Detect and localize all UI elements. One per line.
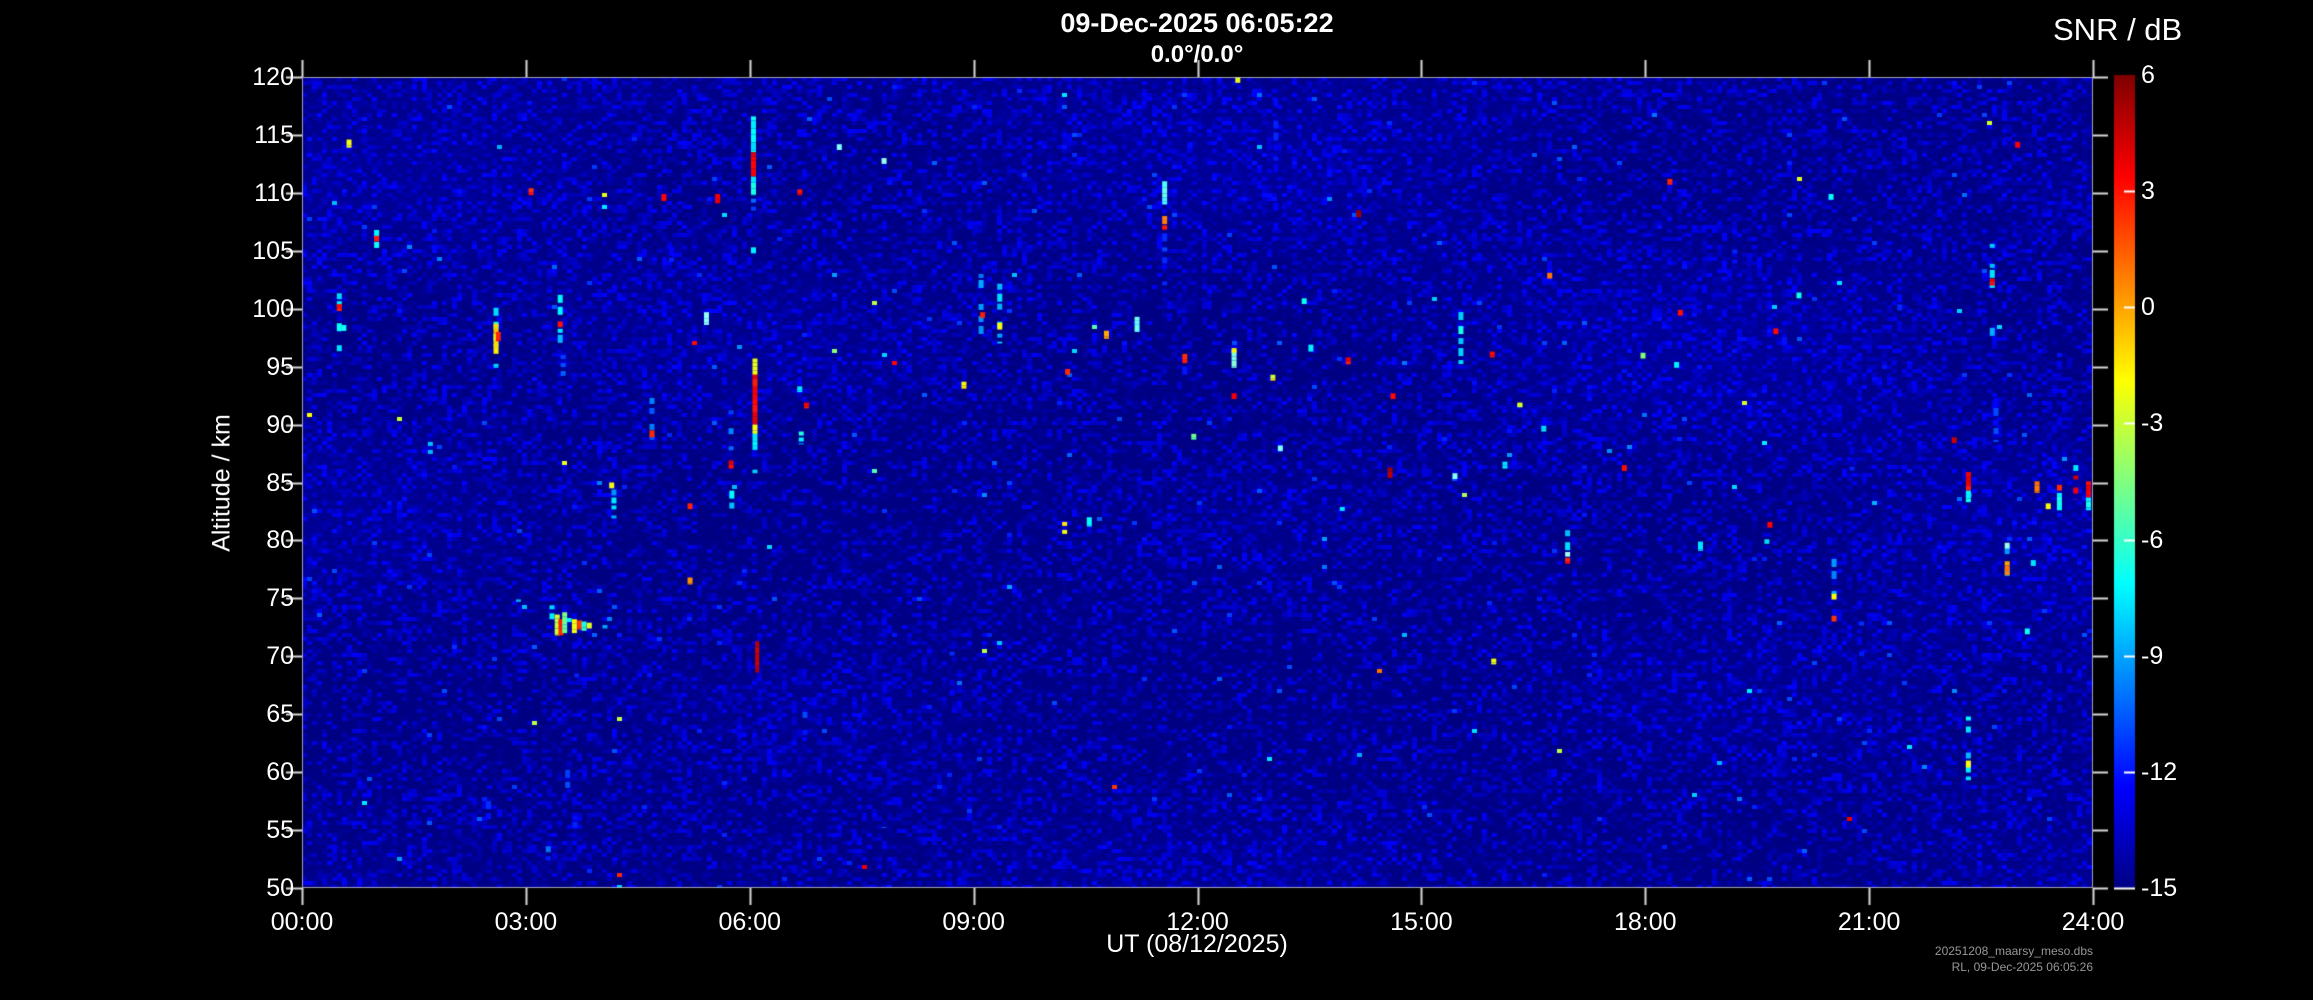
y-tick-label: 65 <box>0 699 294 729</box>
datafile-name: 20251208_maarsy_meso.dbs <box>1935 944 2093 958</box>
x-tick-label: 00:00 <box>271 908 334 937</box>
colorbar-tick-label: -9 <box>2141 641 2163 671</box>
colorbar-tick-label: -3 <box>2141 408 2163 438</box>
snr-heatmap-canvas <box>0 0 2313 1000</box>
y-tick-label: 80 <box>0 525 294 555</box>
y-tick-label: 105 <box>0 236 294 266</box>
y-tick-label: 100 <box>0 294 294 324</box>
x-tick-label: 24:00 <box>2062 908 2125 937</box>
y-tick-label: 115 <box>0 120 294 150</box>
y-tick-label: 60 <box>0 757 294 787</box>
x-tick-label: 21:00 <box>1838 908 1901 937</box>
colorbar-tick-label: -15 <box>2141 873 2177 903</box>
y-tick-label: 90 <box>0 410 294 440</box>
y-tick-label: 110 <box>0 178 294 208</box>
beam-direction-subtitle: 0.0°/0.0° <box>1151 41 1244 69</box>
x-tick-label: 15:00 <box>1390 908 1453 937</box>
x-tick-label: 12:00 <box>1166 908 1229 937</box>
plot-title: 09-Dec-2025 06:05:22 <box>1060 8 1333 39</box>
colorbar-tick-label: 0 <box>2141 292 2155 322</box>
colorbar-tick-label: 3 <box>2141 176 2155 206</box>
colorbar-tick-label: -6 <box>2141 525 2163 555</box>
x-tick-label: 18:00 <box>1614 908 1677 937</box>
x-tick-label: 03:00 <box>495 908 558 937</box>
y-tick-label: 120 <box>0 62 294 92</box>
processing-timestamp: RL, 09-Dec-2025 06:05:26 <box>1952 960 2093 974</box>
y-tick-label: 75 <box>0 583 294 613</box>
y-tick-label: 55 <box>0 815 294 845</box>
colorbar-tick-label: 6 <box>2141 60 2155 90</box>
y-tick-label: 95 <box>0 352 294 382</box>
x-tick-label: 06:00 <box>718 908 781 937</box>
colorbar-title: SNR / dB <box>2053 12 2182 48</box>
y-tick-label: 85 <box>0 468 294 498</box>
colorbar-tick-label: -12 <box>2141 757 2177 787</box>
radargram-figure: 09-Dec-2025 06:05:22 0.0°/0.0° SNR / dB … <box>0 0 2313 1000</box>
y-tick-label: 50 <box>0 873 294 903</box>
x-tick-label: 09:00 <box>942 908 1005 937</box>
y-tick-label: 70 <box>0 641 294 671</box>
